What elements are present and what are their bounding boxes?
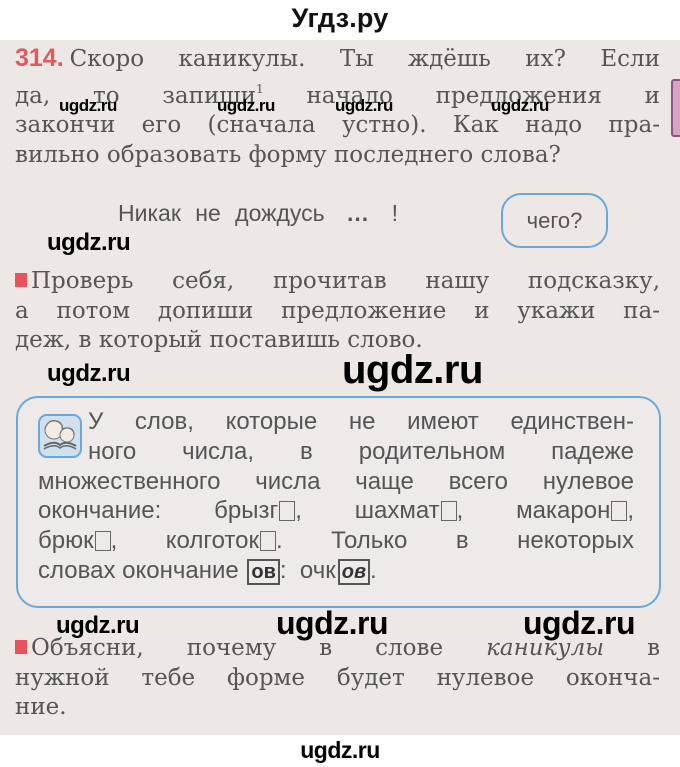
watermark: ugdz.ru: [342, 348, 483, 392]
footer-watermark[interactable]: ugdz.ru: [300, 737, 380, 764]
watermark: ugdz.ru: [217, 96, 275, 115]
hint-line-2: ного числа, в родительном падеже: [88, 437, 634, 465]
watermark: ugdz.ru: [47, 229, 131, 256]
watermark: ugdz.ru: [276, 605, 389, 641]
page-side-tab: [671, 79, 680, 137]
hint-text: У слов, которые не имеют единствен- ного…: [38, 407, 634, 586]
zero-ending-box: [611, 501, 628, 522]
example-word: брюк: [38, 527, 94, 555]
task-check: Проверь себя, прочитав нашу подсказку, а…: [15, 267, 660, 356]
watermark: ugdz.ru: [523, 605, 636, 641]
intro-line-4: вильно образовать форму последнего слова…: [15, 141, 561, 168]
site-header: Угдз.ру: [0, 0, 680, 40]
question-bubble: чего?: [501, 193, 608, 248]
example-word: колготок: [165, 527, 259, 555]
task-explain-line-3: ние.: [15, 694, 67, 720]
task-check-line-3: деж, в который поставишь слово.: [15, 327, 423, 353]
zero-ending-box: [94, 531, 111, 552]
task-check-line-1: Проверь себя, прочитав нашу подсказку,: [15, 267, 660, 297]
task-explain-line-2: нужной тебе форме будет нулевое оконча-: [15, 664, 660, 691]
ending-box: ов: [247, 558, 280, 585]
site-title[interactable]: Угдз.ру: [292, 3, 389, 34]
zero-ending-box: [279, 501, 296, 522]
watermark: ugdz.ru: [56, 612, 140, 639]
example-word: шахмат: [354, 497, 440, 525]
zero-ending-box: [440, 501, 457, 522]
sentence-end: !: [391, 200, 398, 226]
watermark: ugdz.ru: [47, 360, 131, 387]
watermark: ugdz.ru: [491, 96, 549, 115]
task-marker-icon: [15, 640, 27, 654]
zero-ending-box: [259, 531, 276, 552]
hint-line-1: У слов, которые не имеют единствен-: [88, 408, 634, 435]
hint-line-3: множественного числа чаще всего нулевое: [38, 467, 634, 495]
exercise-number: 314.: [15, 44, 64, 72]
task-check-line-2: а потом допиши предложение и укажи па-: [15, 297, 660, 324]
hint-line-5: брюк, колготок. Только в некоторых: [38, 527, 634, 555]
hint-line-6: словах окончание ов: очк ов.: [38, 556, 377, 585]
intro-line-1: 314. Скоро каникулы. Ты ждёшь их? Если: [15, 44, 660, 72]
example-word: макарон: [516, 497, 611, 525]
example-word: очк: [299, 556, 336, 584]
example-word: брызг: [214, 497, 279, 525]
ending-box: ов: [337, 558, 371, 585]
hint-line-4: окончание: брызг, шахмат, макарон,: [38, 497, 634, 525]
sentence-to-complete: Никак не дождусь ... !: [118, 200, 398, 227]
sentence-start: Никак не дождусь: [118, 200, 325, 226]
watermark: ugdz.ru: [335, 96, 393, 115]
footnote-mark: 1: [255, 81, 264, 96]
watermark: ugdz.ru: [59, 96, 117, 115]
site-footer: ugdz.ru: [0, 735, 680, 767]
task-marker-icon: [15, 273, 27, 287]
task-explain: Объясни, почему в слове каникулы в нужно…: [15, 634, 660, 723]
sentence-blank: ...: [347, 200, 370, 226]
